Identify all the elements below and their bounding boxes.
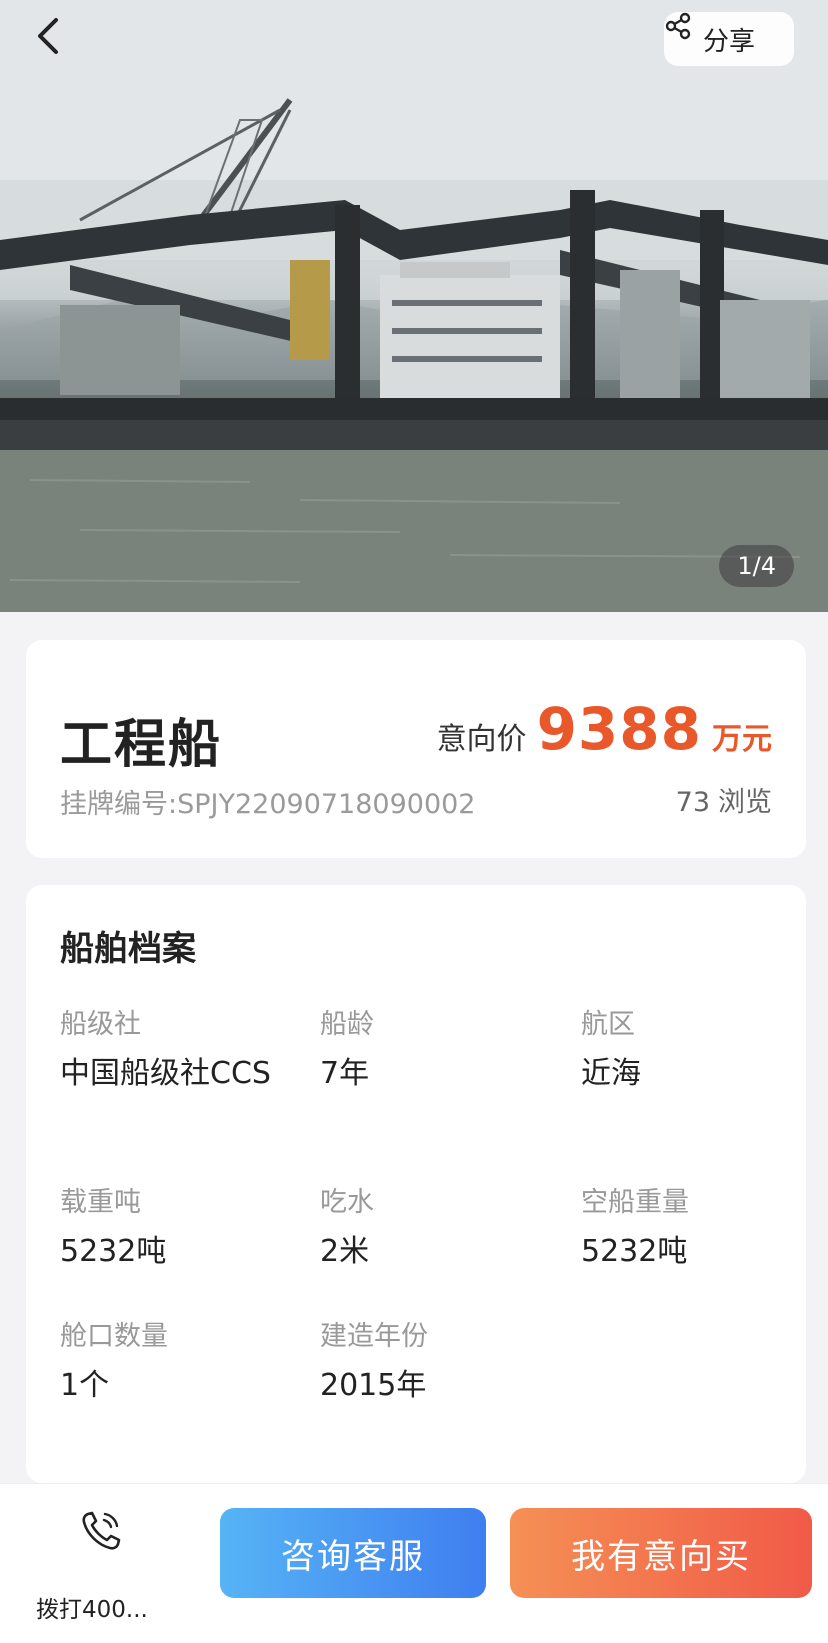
price-label: 意向价 bbox=[436, 722, 527, 757]
listing-number: 挂牌编号:SPJY22090718090002 bbox=[60, 782, 475, 821]
spec-key: 船级社 bbox=[60, 1009, 141, 1040]
spec-value: 近海 bbox=[581, 1056, 641, 1091]
spec-value: 中国船级社CCS bbox=[60, 1056, 271, 1091]
spec-classification-society: 船级社 中国船级社CCS bbox=[60, 1005, 290, 1097]
ship-photo-carousel[interactable]: 分享 1/4 bbox=[0, 0, 828, 612]
ship-profile-card: 船舶档案 船级社 中国船级社CCS 船龄 7年 航区 近海 载重吨 5232吨 … bbox=[26, 885, 806, 1483]
bottom-action-bar: 拨打400... 咨询客服 我有意向买 bbox=[0, 1483, 828, 1643]
spec-key: 航区 bbox=[581, 1009, 635, 1040]
spec-draft: 吃水 2米 bbox=[320, 1183, 560, 1275]
price-value: 9388 bbox=[536, 695, 702, 763]
listing-number-label: 挂牌编号: bbox=[60, 789, 178, 820]
price-unit: 万元 bbox=[712, 722, 772, 757]
image-counter: 1/4 bbox=[719, 545, 794, 587]
spec-lightship-weight: 空船重量 5232吨 bbox=[581, 1183, 821, 1275]
chevron-left-icon bbox=[38, 18, 58, 54]
ship-name: 工程船 bbox=[60, 715, 223, 775]
spec-key: 舱口数量 bbox=[60, 1321, 168, 1352]
spec-navigation-area: 航区 近海 bbox=[581, 1005, 821, 1097]
listing-number-value: SPJY22090718090002 bbox=[177, 789, 476, 820]
listing-summary-card: 工程船 意向价 9388 万元 挂牌编号:SPJY22090718090002 … bbox=[26, 640, 806, 858]
price-block: 意向价 9388 万元 bbox=[437, 695, 772, 763]
spec-value: 5232吨 bbox=[581, 1234, 688, 1269]
call-hotline-label: 拨打400... bbox=[36, 1597, 148, 1623]
view-count-value: 73 bbox=[675, 787, 710, 818]
intend-to-buy-button[interactable]: 我有意向买 bbox=[510, 1508, 812, 1598]
back-button[interactable] bbox=[34, 16, 84, 66]
spec-key: 船龄 bbox=[320, 1009, 374, 1040]
spec-deadweight: 载重吨 5232吨 bbox=[60, 1183, 300, 1275]
spec-hatch-count: 舱口数量 1个 bbox=[60, 1317, 300, 1409]
spec-ship-age: 船龄 7年 bbox=[320, 1005, 560, 1097]
spec-value: 2米 bbox=[320, 1234, 370, 1269]
consult-service-button[interactable]: 咨询客服 bbox=[220, 1508, 486, 1598]
share-label: 分享 bbox=[702, 26, 755, 57]
spec-key: 吃水 bbox=[320, 1187, 374, 1218]
spec-build-year: 建造年份 2015年 bbox=[320, 1317, 560, 1409]
spec-value: 1个 bbox=[60, 1368, 110, 1403]
share-button[interactable]: 分享 bbox=[664, 12, 794, 66]
ship-photo bbox=[0, 0, 828, 612]
spec-key: 建造年份 bbox=[320, 1321, 428, 1352]
view-count: 73 浏览 bbox=[676, 780, 772, 819]
spec-value: 5232吨 bbox=[60, 1234, 167, 1269]
share-icon bbox=[665, 12, 691, 40]
spec-key: 载重吨 bbox=[60, 1187, 141, 1218]
ship-profile-title: 船舶档案 bbox=[60, 929, 196, 969]
spec-key: 空船重量 bbox=[581, 1187, 689, 1218]
call-hotline-button[interactable]: 拨打400... bbox=[28, 1508, 188, 1623]
spec-value: 7年 bbox=[320, 1056, 370, 1091]
ship-detail-page: 分享 1/4 工程船 意向价 9388 万元 挂牌编号:SPJY22090718… bbox=[0, 0, 828, 1643]
view-count-label: 浏览 bbox=[718, 787, 772, 818]
phone-icon bbox=[82, 1511, 121, 1550]
spec-value: 2015年 bbox=[320, 1368, 427, 1403]
